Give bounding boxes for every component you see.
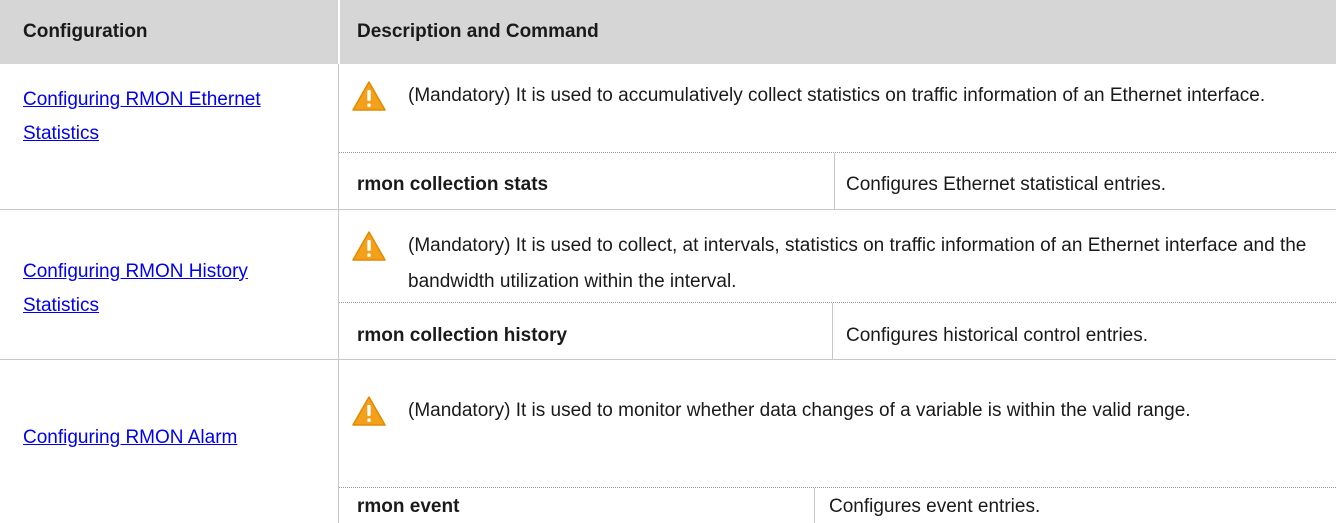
warning-icon [352, 396, 386, 426]
dotted-divider [339, 152, 1336, 153]
command-name: rmon event [357, 496, 460, 517]
command-separator [814, 488, 815, 523]
note-text: (Mandatory) It is used to collect, at in… [408, 235, 1307, 292]
note-text: (Mandatory) It is used to accumulatively… [408, 85, 1266, 106]
config-link-history-statistics[interactable]: Configuring RMON History Statistics [23, 255, 323, 323]
command-description: Configures historical control entries. [846, 325, 1149, 346]
command-name: rmon collection stats [357, 174, 549, 195]
warning-icon [352, 231, 386, 261]
config-table: Configuration Description and Command Co… [0, 0, 1336, 523]
header-configuration: Configuration [0, 0, 338, 64]
note-text: (Mandatory) It is used to monitor whethe… [408, 400, 1191, 421]
dotted-divider [339, 487, 1336, 488]
column-divider [338, 64, 339, 523]
command-separator [834, 153, 835, 209]
header-description-and-command: Description and Command [340, 0, 1336, 64]
command-separator [832, 303, 833, 359]
command-name: rmon collection history [357, 325, 568, 346]
command-description: Configures Ethernet statistical entries. [846, 174, 1166, 195]
row-divider [0, 209, 1336, 210]
config-link-ethernet-statistics[interactable]: Configuring RMON Ethernet Statistics [23, 83, 323, 151]
dotted-divider [339, 302, 1336, 303]
warning-icon [352, 81, 386, 111]
row-divider [0, 359, 1336, 360]
command-description: Configures event entries. [829, 496, 1041, 517]
config-link-rmon-alarm[interactable]: Configuring RMON Alarm [23, 421, 323, 455]
